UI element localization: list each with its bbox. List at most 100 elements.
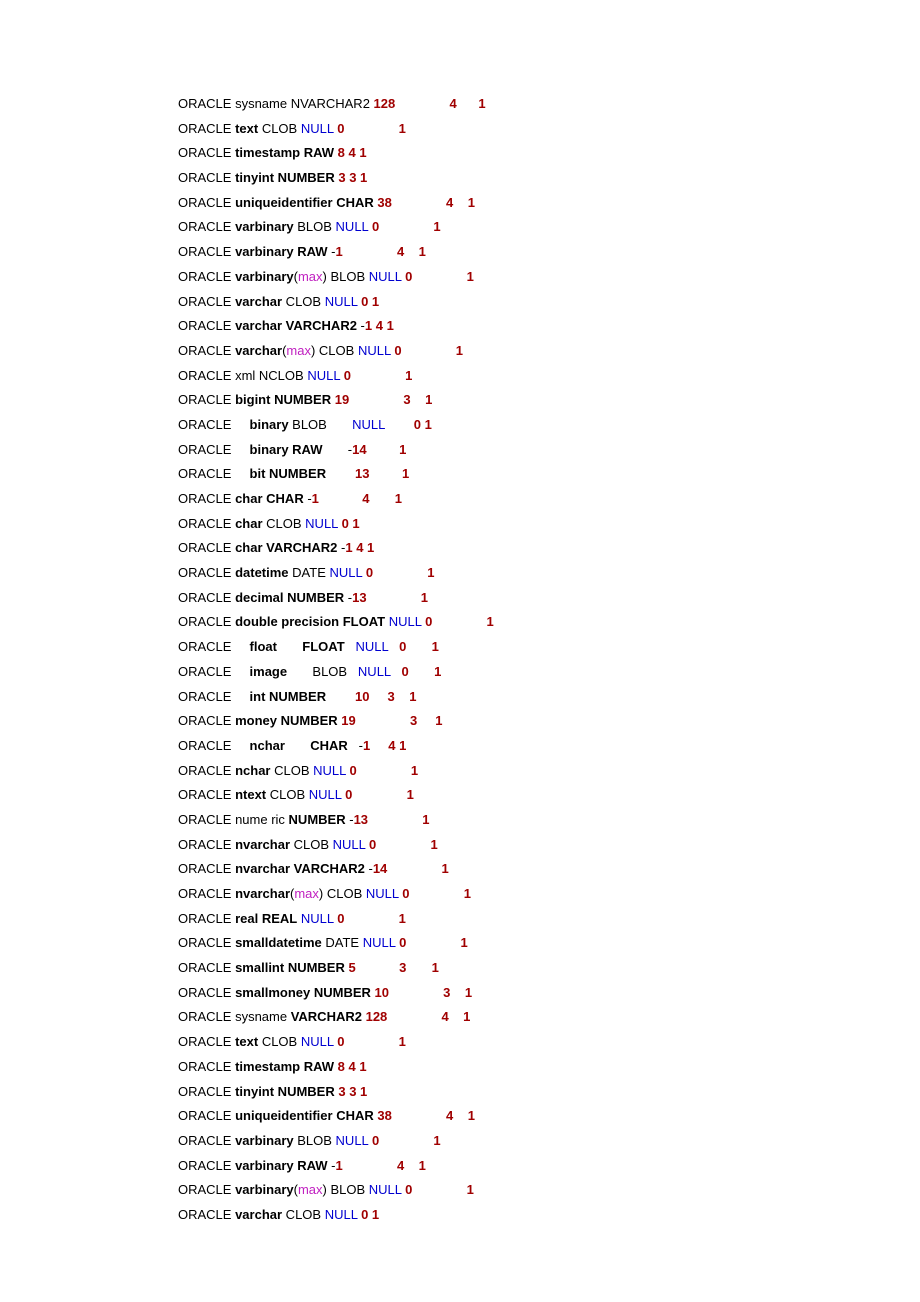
token-red: 1 bbox=[425, 392, 432, 407]
data-row: ORACLE varbinary(max) BLOB NULL 0 1 bbox=[178, 1178, 920, 1203]
token-plain bbox=[453, 1108, 467, 1123]
data-row: ORACLE timestamp RAW 8 4 1 bbox=[178, 1055, 920, 1080]
token-plain: ORACLE bbox=[178, 121, 235, 136]
data-row: ORACLE char VARCHAR2 -1 4 1 bbox=[178, 536, 920, 561]
token-blue: NULL bbox=[305, 516, 338, 531]
token-plain bbox=[369, 491, 394, 506]
data-row: ORACLE tinyint NUMBER 3 3 1 bbox=[178, 1080, 920, 1105]
token-blue: NULL bbox=[325, 294, 358, 309]
token-red: 0 1 bbox=[414, 417, 432, 432]
token-plain: ORACLE bbox=[178, 516, 235, 531]
token-plain bbox=[344, 911, 398, 926]
data-row: ORACLE smallmoney NUMBER 10 3 1 bbox=[178, 981, 920, 1006]
token-bold: NUMBER bbox=[289, 812, 346, 827]
token-plain: - bbox=[328, 1158, 336, 1173]
token-red: 0 bbox=[344, 368, 351, 383]
token-bold: double precision FLOAT bbox=[235, 614, 385, 629]
token-red: 1 bbox=[467, 1182, 474, 1197]
token-plain bbox=[409, 664, 434, 679]
token-plain: ORACLE bbox=[178, 466, 250, 481]
token-blue: NULL bbox=[329, 565, 362, 580]
token-plain: ) BLOB bbox=[323, 1182, 369, 1197]
token-red: 0 bbox=[350, 763, 357, 778]
data-row: ORACLE smallint NUMBER 5 3 1 bbox=[178, 956, 920, 981]
token-bold: uniqueidentifier CHAR bbox=[235, 195, 374, 210]
token-plain bbox=[357, 763, 411, 778]
token-red: 1 bbox=[432, 639, 439, 654]
token-plain: ORACLE bbox=[178, 442, 250, 457]
token-plain: BLOB bbox=[294, 219, 336, 234]
token-blue: NULL bbox=[301, 911, 334, 926]
token-plain: ORACLE bbox=[178, 1084, 235, 1099]
data-row: ORACLE text CLOB NULL 0 1 bbox=[178, 1030, 920, 1055]
token-plain: ORACLE nume ric bbox=[178, 812, 289, 827]
data-row: ORACLE float FLOAT NULL 0 1 bbox=[178, 635, 920, 660]
token-plain: ORACLE bbox=[178, 269, 235, 284]
token-red: 1 4 1 bbox=[345, 540, 374, 555]
token-blue: NULL bbox=[355, 639, 388, 654]
data-row: ORACLE varchar CLOB NULL 0 1 bbox=[178, 1203, 920, 1228]
token-red: 3 3 1 bbox=[338, 170, 367, 185]
token-red: 1 bbox=[395, 491, 402, 506]
data-row: ORACLE smalldatetime DATE NULL 0 1 bbox=[178, 931, 920, 956]
token-blue: NULL bbox=[369, 1182, 402, 1197]
token-bold: varbinary RAW bbox=[235, 244, 327, 259]
token-plain bbox=[356, 713, 410, 728]
token-blue: NULL bbox=[336, 1133, 369, 1148]
token-plain: ORACLE bbox=[178, 1182, 235, 1197]
token-red: 10 bbox=[375, 985, 389, 1000]
token-red: 1 bbox=[461, 935, 468, 950]
data-row: ORACLE uniqueidentifier CHAR 38 4 1 bbox=[178, 1104, 920, 1129]
token-plain bbox=[385, 417, 414, 432]
token-bold: nvarchar bbox=[235, 837, 290, 852]
data-row: ORACLE xml NCLOB NULL 0 1 bbox=[178, 364, 920, 389]
token-plain: CLOB bbox=[258, 121, 301, 136]
data-row: ORACLE datetime DATE NULL 0 1 bbox=[178, 561, 920, 586]
token-red: 1 bbox=[468, 1108, 475, 1123]
data-row: ORACLE image BLOB NULL 0 1 bbox=[178, 660, 920, 685]
token-plain: CLOB bbox=[258, 1034, 301, 1049]
token-bold: text bbox=[235, 1034, 258, 1049]
token-plain: ORACLE bbox=[178, 195, 235, 210]
token-bold: varbinary bbox=[235, 1182, 294, 1197]
token-plain bbox=[410, 886, 464, 901]
data-row: ORACLE nvarchar(max) CLOB NULL 0 1 bbox=[178, 882, 920, 907]
data-row: ORACLE varchar VARCHAR2 -1 4 1 bbox=[178, 314, 920, 339]
token-plain: ORACLE bbox=[178, 639, 250, 654]
token-plain: ORACLE bbox=[178, 763, 235, 778]
token-plain bbox=[388, 639, 399, 654]
token-blue: NULL bbox=[358, 664, 391, 679]
token-bold: VARCHAR2 bbox=[291, 1009, 362, 1024]
token-bold: bit NUMBER bbox=[250, 466, 327, 481]
data-row: ORACLE nume ric NUMBER -13 1 bbox=[178, 808, 920, 833]
token-red: 1 bbox=[399, 1034, 406, 1049]
token-plain: CLOB bbox=[270, 763, 313, 778]
token-plain: ORACLE bbox=[178, 1108, 235, 1123]
token-blue: NULL bbox=[333, 837, 366, 852]
token-red: 1 bbox=[312, 491, 319, 506]
token-plain: ORACLE bbox=[178, 689, 250, 704]
token-red: 0 1 bbox=[342, 516, 360, 531]
token-plain: CLOB bbox=[263, 516, 306, 531]
token-plain bbox=[392, 195, 446, 210]
token-plain: ORACLE bbox=[178, 787, 235, 802]
token-plain bbox=[453, 195, 467, 210]
token-red: 3 bbox=[403, 392, 410, 407]
token-plain bbox=[370, 738, 388, 753]
token-bold: smallint NUMBER bbox=[235, 960, 345, 975]
token-plain bbox=[387, 861, 441, 876]
token-plain bbox=[285, 738, 310, 753]
token-plain: ORACLE bbox=[178, 417, 250, 432]
token-red: 1 bbox=[399, 911, 406, 926]
token-bold: decimal NUMBER bbox=[235, 590, 344, 605]
token-plain bbox=[412, 269, 466, 284]
token-plain: ORACLE bbox=[178, 1059, 235, 1074]
token-plain: ORACLE bbox=[178, 837, 235, 852]
token-red: 0 bbox=[402, 664, 409, 679]
token-plain: ORACLE bbox=[178, 985, 235, 1000]
token-plain bbox=[412, 1182, 466, 1197]
token-plain: ORACLE bbox=[178, 886, 235, 901]
token-red: 0 bbox=[394, 343, 401, 358]
token-red: 1 bbox=[427, 565, 434, 580]
token-blue: NULL bbox=[307, 368, 340, 383]
